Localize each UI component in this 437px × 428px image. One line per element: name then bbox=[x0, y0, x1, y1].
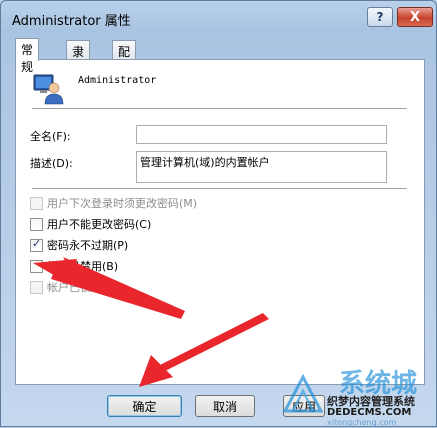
window-title: Administrator 属性 bbox=[12, 14, 131, 29]
checkbox[interactable] bbox=[30, 237, 43, 252]
fullname-input[interactable] bbox=[136, 125, 387, 144]
checkbox-row-cannot-change-password[interactable]: 用户不能更改密码(C) bbox=[30, 216, 151, 232]
checkbox-label: 密码永不过期(P) bbox=[47, 239, 129, 252]
help-icon: ? bbox=[376, 10, 384, 24]
checkbox[interactable] bbox=[30, 259, 43, 273]
close-icon: X bbox=[409, 9, 421, 25]
ok-button[interactable]: 确定 bbox=[107, 395, 182, 417]
checkbox-label: 用户不能更改密码(C) bbox=[47, 218, 152, 231]
description-label: 描述(D): bbox=[30, 157, 73, 170]
description-input[interactable]: 管理计算机(域)的内置帐户 bbox=[136, 151, 387, 183]
user-name: Administrator bbox=[78, 75, 157, 86]
tab-profile[interactable]: 配置文件 bbox=[112, 40, 137, 110]
fullname-label: 全名(F): bbox=[30, 130, 71, 143]
tab-member-of[interactable]: 隶属于 bbox=[66, 40, 91, 93]
help-button[interactable]: ? bbox=[367, 7, 393, 27]
checkbox-row-account-disabled[interactable]: 帐户已禁用(B) bbox=[30, 258, 118, 274]
site-watermark: 系统城 织梦内容管理系统 DEDECMS.COM xitongcheng.com bbox=[279, 363, 436, 427]
properties-dialog: Administrator 属性 ? X 常规 隶属于 配置文件 Adminis… bbox=[0, 0, 437, 427]
watermark-url: xitongcheng.com bbox=[327, 418, 397, 427]
close-button[interactable]: X bbox=[397, 7, 433, 27]
divider bbox=[32, 188, 407, 189]
checkbox-row-password-never-expires[interactable]: 密码永不过期(P) bbox=[30, 237, 128, 253]
user-icon bbox=[33, 74, 64, 105]
title-bar[interactable]: Administrator 属性 ? X bbox=[1, 1, 436, 34]
watermark-logo-icon bbox=[282, 373, 324, 413]
checkbox-label: 用户下次登录时须更改密码(M) bbox=[47, 197, 198, 210]
divider bbox=[32, 108, 407, 109]
checkbox[interactable] bbox=[30, 280, 43, 294]
checkbox-label: 帐户已禁用(B) bbox=[47, 260, 119, 273]
watermark-line2: DEDECMS.COM bbox=[327, 407, 412, 418]
general-panel: Administrator 全名(F): 描述(D): 管理计算机(域)的内置帐… bbox=[15, 59, 425, 385]
checkbox[interactable] bbox=[30, 196, 43, 210]
tab-general[interactable]: 常规 bbox=[15, 38, 40, 74]
checkbox-row-must-change-password[interactable]: 用户下次登录时须更改密码(M) bbox=[30, 195, 197, 211]
checkbox-row-account-locked[interactable]: 帐户已锁定(O) bbox=[30, 279, 119, 295]
cancel-button[interactable]: 取消 bbox=[195, 395, 255, 417]
checkbox[interactable] bbox=[30, 217, 43, 231]
checkbox-label: 帐户已锁定(O) bbox=[47, 281, 120, 294]
